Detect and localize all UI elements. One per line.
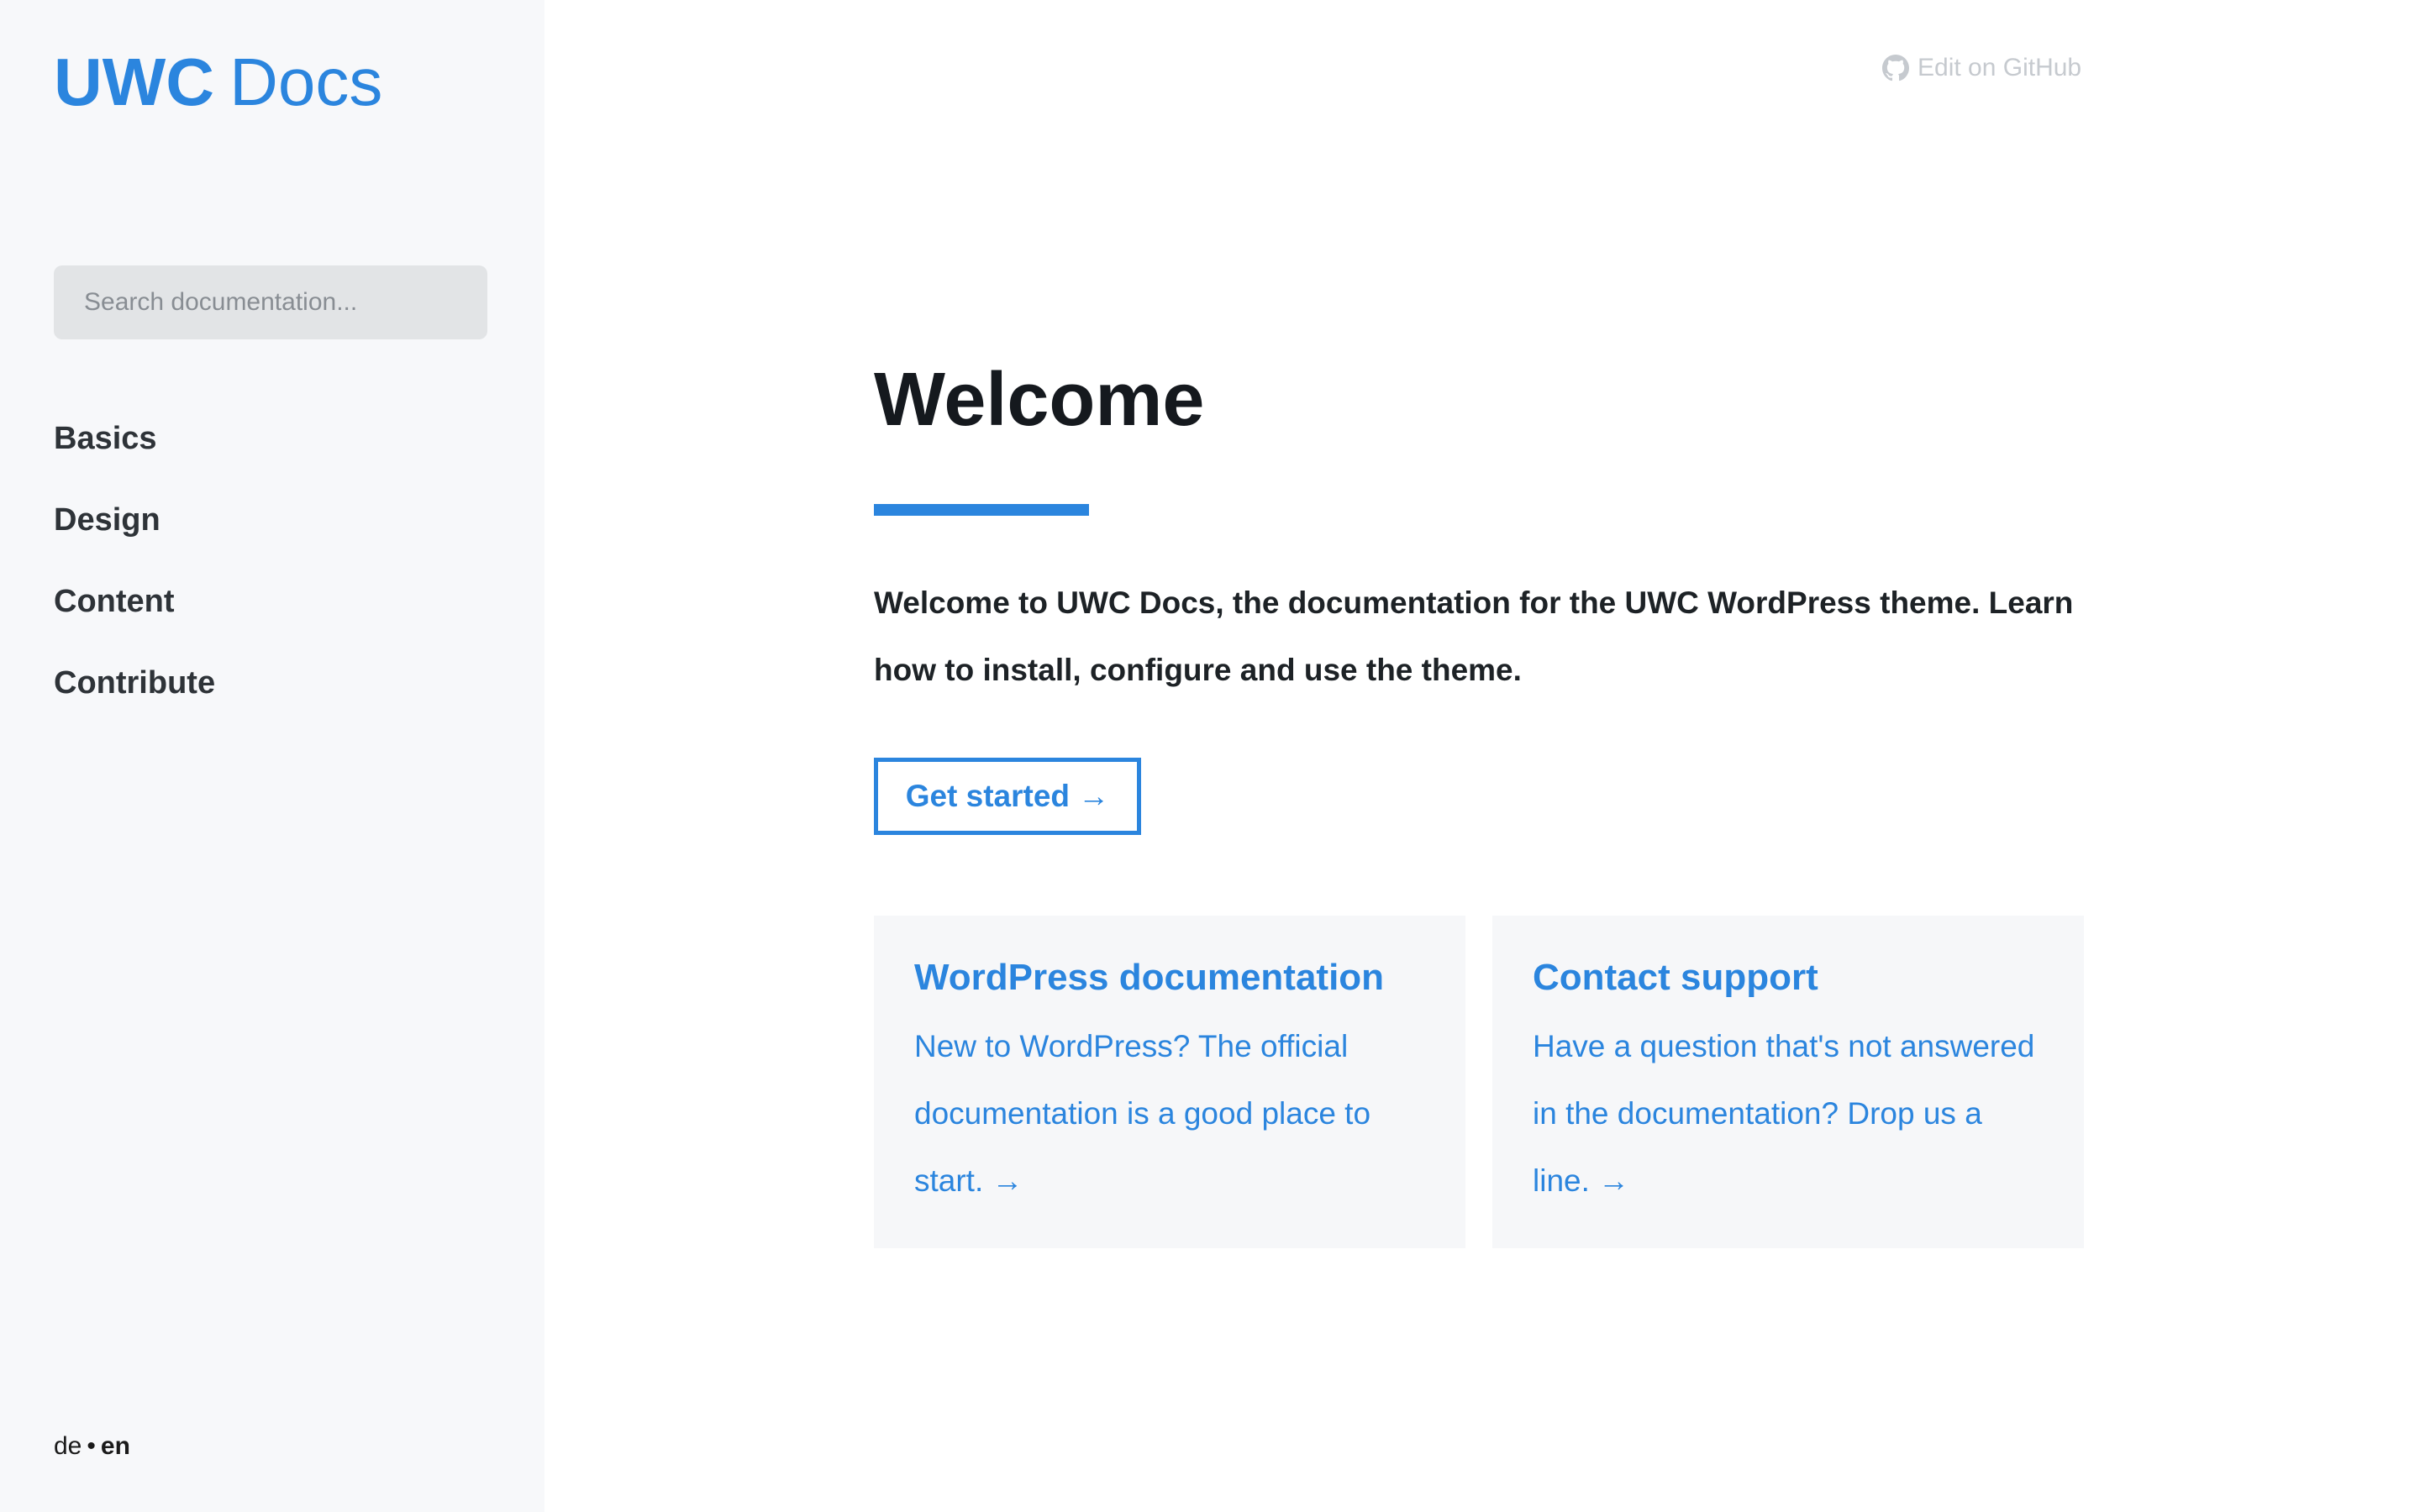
search-input[interactable] xyxy=(54,265,487,339)
edit-on-github-link[interactable]: Edit on GitHub xyxy=(1882,50,2081,86)
language-en-current[interactable]: en xyxy=(101,1432,130,1460)
logo-bold-text: UWC xyxy=(54,45,215,119)
card-text: New to WordPress? The official documenta… xyxy=(914,1029,1371,1198)
intro-text: Welcome to UWC Docs, the documentation f… xyxy=(874,585,2074,687)
site-logo[interactable]: UWC Docs xyxy=(54,40,382,124)
logo-light-text: Docs xyxy=(229,45,383,119)
get-started-button[interactable]: Get started → xyxy=(874,758,1141,835)
wordpress-docs-card[interactable]: WordPress documentation New to WordPress… xyxy=(874,916,1465,1248)
language-switcher: de • en xyxy=(54,1430,130,1463)
sidebar-item-contribute[interactable]: Contribute xyxy=(54,643,215,724)
sidebar-nav: Basics Design Content Contribute xyxy=(54,398,215,724)
sidebar-item-basics[interactable]: Basics xyxy=(54,398,215,480)
language-separator: • xyxy=(87,1432,96,1460)
sidebar-item-content[interactable]: Content xyxy=(54,561,215,643)
sidebar-item-design[interactable]: Design xyxy=(54,480,215,561)
page-title: Welcome xyxy=(874,358,1205,442)
sidebar: UWCDocs Basics Design Content Contribute… xyxy=(0,0,544,1512)
card-text: Have a question that's not answered in t… xyxy=(1533,1029,2035,1198)
edit-on-github-label: Edit on GitHub xyxy=(1918,54,2082,81)
contact-support-card[interactable]: Contact support Have a question that's n… xyxy=(1492,916,2084,1248)
language-de-link[interactable]: de xyxy=(54,1432,82,1460)
github-icon xyxy=(1882,55,1909,81)
title-underline xyxy=(874,504,1089,516)
card-title: Contact support xyxy=(1533,957,1818,998)
card-title: WordPress documentation xyxy=(914,957,1385,998)
